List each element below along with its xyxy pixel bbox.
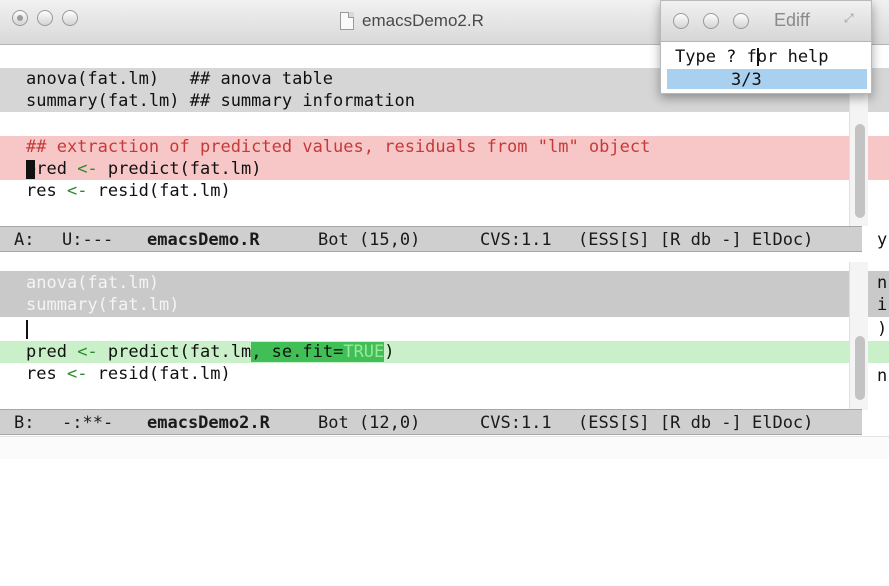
ediff-diff-counter: 3/3 xyxy=(731,70,762,90)
comment-line: ## extraction of predicted values, resid… xyxy=(26,137,651,157)
code-line-pred: pred <- predict(fat.lm) xyxy=(26,159,262,179)
buffer-id: A: xyxy=(14,230,35,250)
title-group: emacsDemo2.R xyxy=(340,11,484,31)
window-title: emacsDemo2.R xyxy=(362,11,484,30)
ediff-minimize-button[interactable] xyxy=(703,13,719,29)
major-modes: (ESS[S] [R db -] ElDoc) xyxy=(578,230,814,250)
code-line-pred: pred <- predict(fat.lm, se.fit=TRUE) xyxy=(26,342,395,362)
fullscreen-icon[interactable]: ⤢ xyxy=(844,11,854,26)
ediff-zoom-button[interactable] xyxy=(733,13,749,29)
document-icon xyxy=(340,12,354,30)
code-line-res: res <- resid(fat.lm) xyxy=(26,181,231,201)
side-pane-char: i xyxy=(877,295,888,315)
ediff-control-window[interactable]: Ediff ⤢ Type ? for help 3/3 xyxy=(660,0,872,94)
ediff-counter-highlight xyxy=(667,69,867,89)
scrollbar-thumb[interactable] xyxy=(855,124,865,218)
code-line: summary(fat.lm) xyxy=(26,295,180,315)
buffer-position: Bot (12,0) xyxy=(318,413,421,433)
code-line: anova(fat.lm) xyxy=(26,273,160,293)
code-line-res: res <- resid(fat.lm) xyxy=(26,364,231,384)
ediff-help-text: Type ? for help xyxy=(675,47,829,67)
mode-line-a: A: U:--- emacsDemo.R Bot (15,0) CVS:1.1 … xyxy=(0,226,862,252)
minibuffer[interactable] xyxy=(0,436,889,459)
cursor xyxy=(26,320,28,339)
side-pane-char: n xyxy=(877,366,888,386)
mode-line-b: B: -:**- emacsDemo2.R Bot (12,0) CVS:1.1… xyxy=(0,409,862,435)
buffer-filename: emacsDemo.R xyxy=(147,230,260,250)
buffer-b-scrollbar[interactable] xyxy=(849,262,868,410)
major-modes: (ESS[S] [R db -] ElDoc) xyxy=(578,413,814,433)
cursor xyxy=(26,160,35,179)
buffer-filename: emacsDemo2.R xyxy=(147,413,270,433)
buffer-position: Bot (15,0) xyxy=(318,230,421,250)
side-pane-char: y xyxy=(877,230,888,250)
scrollbar-thumb[interactable] xyxy=(855,336,865,400)
vcs-status: CVS:1.1 xyxy=(480,413,552,433)
side-pane-char: ) xyxy=(877,319,888,339)
close-window-button[interactable] xyxy=(12,10,28,26)
code-line: summary(fat.lm) ## summary information xyxy=(26,91,415,111)
ediff-titlebar: Ediff ⤢ xyxy=(661,1,871,42)
ediff-close-button[interactable] xyxy=(673,13,689,29)
buffer-status: -:**- xyxy=(62,413,114,433)
buffer-id: B: xyxy=(14,413,35,433)
side-pane-char: n xyxy=(877,273,888,293)
vcs-status: CVS:1.1 xyxy=(480,230,552,250)
zoom-window-button[interactable] xyxy=(62,10,78,26)
cursor xyxy=(757,48,759,66)
code-line: anova(fat.lm) ## anova table xyxy=(26,69,334,89)
buffer-status: U:--- xyxy=(62,230,114,250)
minimize-window-button[interactable] xyxy=(37,10,53,26)
ediff-title: Ediff xyxy=(774,10,810,30)
